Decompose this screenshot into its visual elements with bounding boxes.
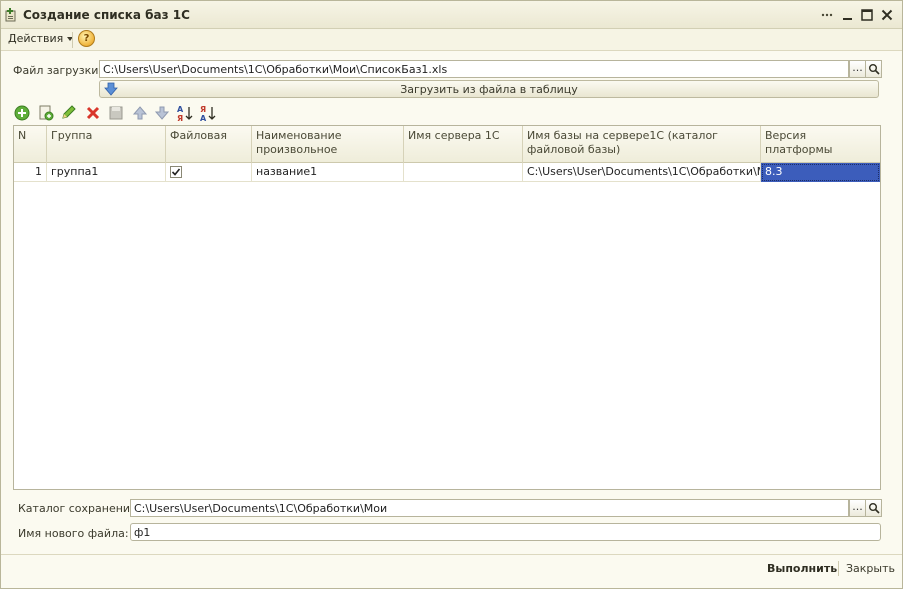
command-bar: Действия ? [1, 29, 902, 51]
add-icon[interactable] [13, 104, 31, 122]
footer-divider [1, 554, 902, 555]
run-button[interactable]: Выполнить [767, 562, 837, 575]
save-catalog-input[interactable]: C:\Users\User\Documents\1C\Обработки\Мои [130, 499, 849, 517]
search-icon [868, 503, 880, 514]
save-catalog-open-button[interactable] [865, 499, 882, 517]
minimize-icon[interactable] [840, 7, 856, 23]
svg-text:А: А [177, 105, 184, 114]
window-title: Создание списка баз 1С [23, 8, 190, 22]
footer-button-divider [838, 561, 839, 576]
bases-table[interactable]: N Группа Файловая Наименование произволь… [13, 125, 881, 490]
processing-icon [5, 8, 16, 22]
save-catalog-select-button[interactable]: ... [849, 499, 866, 517]
file-load-label: Файл загрузки: [13, 64, 103, 77]
cell-name[interactable]: название1 [252, 163, 404, 182]
cell-file-based[interactable] [166, 163, 252, 182]
close-button[interactable]: Закрыть [846, 562, 895, 575]
cell-group[interactable]: группа1 [47, 163, 166, 182]
cell-base-name[interactable]: C:\Users\User\Documents\1C\Обработки\М..… [523, 163, 761, 182]
table-header: N Группа Файловая Наименование произволь… [14, 126, 880, 163]
cell-n[interactable]: 1 [14, 163, 47, 182]
actions-menu-label: Действия [8, 32, 64, 45]
cell-server[interactable] [404, 163, 523, 182]
copy-icon[interactable] [37, 104, 55, 122]
file-select-button[interactable]: ... [849, 60, 866, 78]
edit-icon[interactable] [60, 104, 78, 122]
column-header-group[interactable]: Группа [47, 126, 166, 163]
column-header-name[interactable]: Наименование произвольное [252, 126, 404, 163]
table-toolbar: А Я Я А [13, 104, 233, 124]
main-window: Создание списка баз 1С Действия ? Файл з… [0, 0, 903, 589]
menu-divider [72, 32, 73, 48]
checkmark-icon [171, 168, 181, 176]
load-from-file-label: Загрузить из файла в таблицу [400, 83, 578, 96]
svg-text:Я: Я [177, 114, 183, 122]
save-icon[interactable] [107, 104, 125, 122]
save-catalog-label: Каталог сохранения: [18, 502, 141, 515]
sort-desc-icon[interactable]: Я А [199, 104, 217, 122]
cell-platform[interactable]: 8.3 [761, 163, 880, 182]
help-button[interactable]: ? [78, 30, 95, 47]
actions-menu[interactable]: Действия [8, 32, 74, 45]
new-file-input[interactable]: ф1 [130, 523, 881, 541]
new-file-label: Имя нового файла: [18, 527, 129, 540]
svg-text:А: А [200, 114, 207, 122]
search-icon [868, 64, 880, 75]
file-load-input[interactable]: C:\Users\User\Documents\1C\Обработки\Мои… [99, 60, 849, 78]
load-from-file-button[interactable]: Загрузить из файла в таблицу [99, 80, 879, 98]
move-down-icon[interactable] [153, 104, 171, 122]
delete-icon[interactable] [84, 104, 102, 122]
close-icon[interactable] [879, 7, 895, 23]
maximize-icon[interactable] [859, 7, 875, 23]
sort-asc-icon[interactable]: А Я [176, 104, 194, 122]
table-row[interactable]: 1 группа1 название1 C:\Users\User\Docume… [14, 163, 880, 182]
svg-text:Я: Я [200, 105, 206, 114]
title-bar: Создание списка баз 1С [1, 1, 902, 29]
column-header-server[interactable]: Имя сервера 1С [404, 126, 523, 163]
column-header-n[interactable]: N [14, 126, 47, 163]
file-open-button[interactable] [865, 60, 882, 78]
column-header-base-name[interactable]: Имя базы на сервере1С (каталог файловой … [523, 126, 761, 163]
column-header-file-based[interactable]: Файловая [166, 126, 252, 163]
move-up-icon[interactable] [131, 104, 149, 122]
more-icon[interactable] [819, 7, 835, 23]
file-based-checkbox[interactable] [170, 166, 182, 178]
column-header-platform[interactable]: Версия платформы [761, 126, 880, 163]
